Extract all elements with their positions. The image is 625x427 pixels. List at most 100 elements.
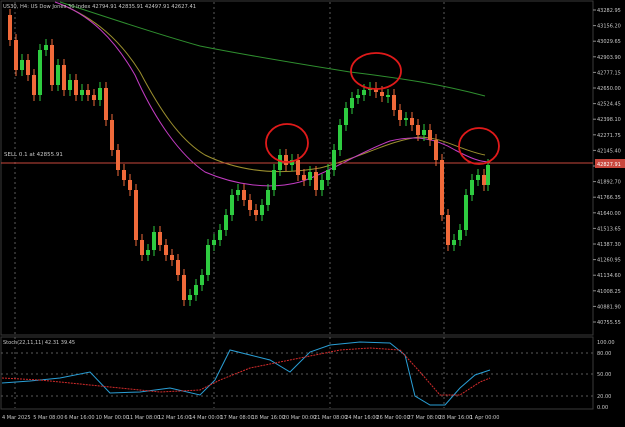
chart-window[interactable]: SELL 0.1 at 42855.91 US30, H4: US Dow Jo… (0, 0, 625, 423)
candle-body (272, 170, 276, 190)
candle-body (242, 190, 246, 200)
current-price-label: 42827.91 (597, 162, 621, 168)
price-tick-label: 42398.10 (597, 117, 621, 123)
candle-body (152, 232, 156, 250)
price-tick-label: 41008.25 (597, 289, 621, 295)
candle-body (62, 65, 66, 90)
candle-body (212, 240, 216, 245)
candle-body (50, 45, 54, 85)
candle-body (314, 172, 318, 190)
candle-body (350, 98, 354, 108)
candle-body (284, 155, 288, 165)
stoch-levels (1, 352, 593, 397)
candle-body (458, 230, 462, 240)
candle-body (176, 260, 180, 275)
stoch-signal-line (1, 347, 491, 396)
candle-body (452, 240, 456, 245)
candle-body (188, 295, 192, 300)
candle-body (182, 275, 186, 300)
candle-body (326, 170, 330, 180)
candle-body (170, 255, 174, 260)
candle-body (68, 80, 72, 90)
candle-body (248, 200, 252, 210)
candle-body (260, 205, 264, 215)
time-tick-label: 14 Mar 00:00 (189, 415, 222, 421)
price-tick-label: 41134.60 (597, 273, 621, 279)
time-tick-label: 18 Mar 16:00 (252, 415, 285, 421)
price-tick-label: 40755.55 (597, 320, 621, 326)
price-tick-label: 41892.70 (597, 180, 621, 186)
candle-body (32, 75, 36, 95)
candle-body (266, 190, 270, 205)
candle-body (356, 95, 360, 98)
time-tick-label: 17 Mar 08:00 (220, 415, 253, 421)
candle-body (140, 240, 144, 255)
candle-body (116, 150, 120, 170)
candle-body (440, 160, 444, 215)
candle-body (416, 125, 420, 135)
time-tick-label: 27 Mar 08:00 (408, 415, 441, 421)
price-tick-label: 41387.30 (597, 242, 621, 248)
candle-body (422, 130, 426, 135)
time-tick-label: 12 Mar 16:00 (158, 415, 191, 421)
vertical-grid (14, 2, 445, 408)
stoch-level-label: 0.00 (597, 405, 608, 411)
candle-body (26, 60, 30, 75)
stoch-level-label: 80.00 (597, 351, 611, 357)
candle-body (332, 150, 336, 170)
candle-body (134, 190, 138, 240)
price-tick-label: 43029.65 (597, 39, 621, 45)
price-tick-label: 42777.15 (597, 70, 621, 76)
candle-body (380, 92, 384, 96)
candle-body (486, 165, 490, 185)
price-tick-label: 41640.00 (597, 211, 621, 217)
stoch-level-label: 100.00 (597, 340, 615, 346)
price-tick-label: 43282.95 (597, 8, 621, 14)
candles-group (8, 9, 490, 306)
candle-body (296, 160, 300, 175)
candle-body (86, 90, 90, 95)
chart-canvas: SELL 0.1 at 42855.91 US30, H4: US Dow Jo… (0, 0, 625, 421)
candle-body (344, 108, 348, 125)
stoch-level-labels: 100.00 80.00 50.00 20.00 0.00 (597, 340, 615, 411)
candle-body (386, 95, 390, 97)
candle-body (98, 88, 102, 100)
candle-body (110, 120, 114, 150)
candle-body (338, 125, 342, 150)
candle-body (74, 80, 78, 95)
candle-body (428, 130, 432, 140)
time-tick-label: 24 Mar 16:00 (345, 415, 378, 421)
candle-body (392, 95, 396, 110)
candle-body (482, 175, 486, 185)
candle-body (278, 155, 282, 170)
price-tick-label: 43156.20 (597, 24, 621, 30)
stoch-level-label: 50.00 (597, 372, 611, 378)
candle-body (146, 250, 150, 255)
candle-body (128, 180, 132, 190)
candle-body (434, 140, 438, 160)
candle-body (164, 245, 168, 255)
stoch-level-label: 20.00 (597, 394, 611, 400)
candle-body (56, 65, 60, 85)
candle-body (92, 95, 96, 100)
candle-body (410, 118, 414, 125)
candle-body (470, 180, 474, 195)
stoch-panel-frame (0, 336, 594, 410)
candle-body (224, 215, 228, 230)
time-tick-label: 20 Mar 00:00 (283, 415, 316, 421)
candle-body (236, 190, 240, 195)
candle-body (464, 195, 468, 230)
stoch-title: Stoch(22,11,11) 42.31 39.45 (3, 340, 75, 346)
candle-body (80, 90, 84, 95)
time-tick-label: 11 Mar 08:00 (127, 415, 160, 421)
candle-body (38, 50, 42, 95)
time-tick-label: 5 Mar 08:00 (33, 415, 63, 421)
sell-order-label: SELL 0.1 at 42855.91 (4, 152, 63, 158)
symbol-info: US30, H4: US Dow Jones 30 Index 42794.91… (3, 4, 196, 10)
candle-body (44, 45, 48, 50)
candle-body (398, 110, 402, 120)
price-tick-label: 42524.45 (597, 102, 621, 108)
price-tick-label: 42271.75 (597, 133, 621, 139)
candle-body (206, 245, 210, 275)
candle-body (122, 170, 126, 180)
